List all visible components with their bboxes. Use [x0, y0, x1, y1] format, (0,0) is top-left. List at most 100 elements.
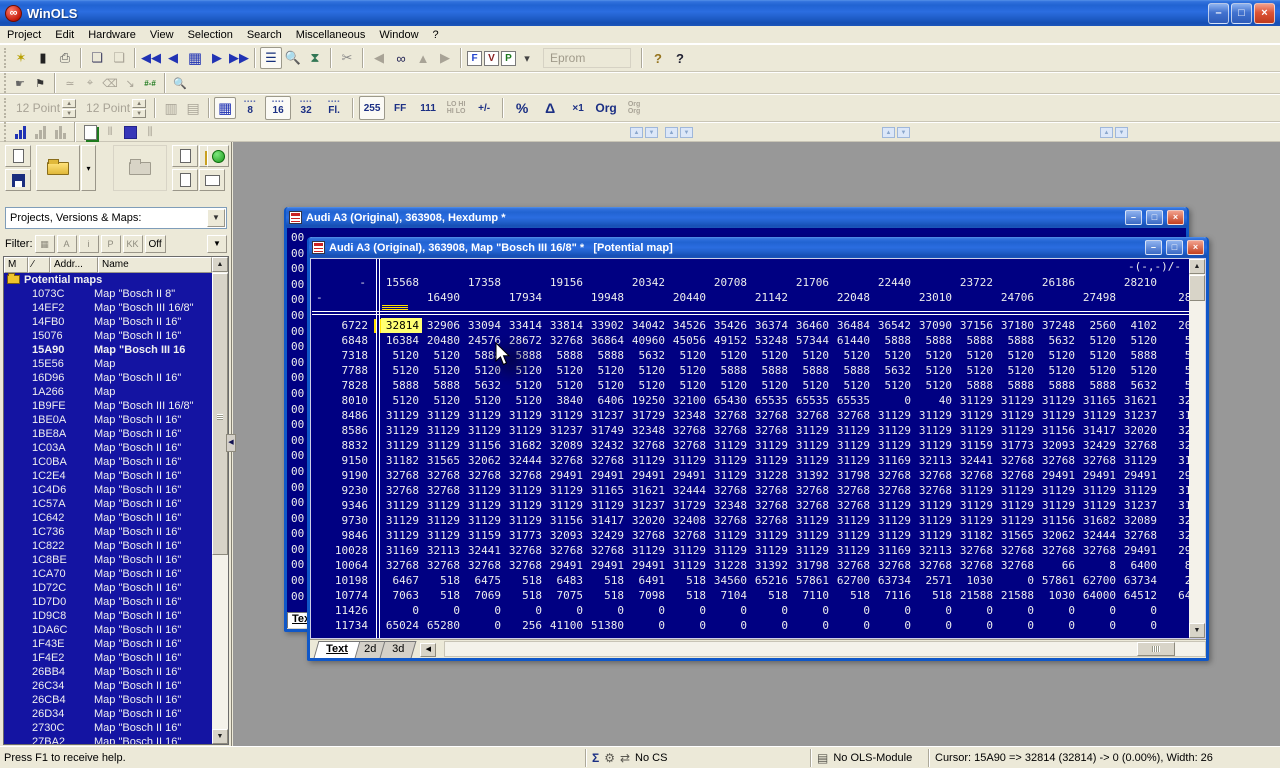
hand-pointer-icon[interactable]: ☛ [10, 74, 30, 92]
map-cell[interactable]: 51 [1160, 378, 1189, 393]
map-cell[interactable]: 5120 [832, 348, 873, 363]
map-cell[interactable]: 32348 [709, 498, 750, 513]
map-cell[interactable]: 5888 [709, 363, 750, 378]
list-item[interactable]: 16D96Map "Bosch II 16" [4, 371, 212, 385]
map-cell[interactable]: 31129 [627, 543, 668, 558]
map-cell[interactable]: 5120 [709, 378, 750, 393]
map-cell[interactable]: 31749 [586, 423, 627, 438]
map-cell[interactable]: 0 [832, 603, 873, 618]
map-list-view-icon[interactable]: ☰ [260, 47, 282, 69]
map-cell[interactable]: 0 [422, 603, 463, 618]
menu-view[interactable]: View [143, 27, 181, 43]
map-cell[interactable]: 32768 [627, 528, 668, 543]
map-cell[interactable]: 5888 [545, 348, 586, 363]
map-cell[interactable]: 29491 [627, 558, 668, 573]
map-cell[interactable]: 5888 [1037, 378, 1078, 393]
map-cell[interactable]: 32768 [914, 468, 955, 483]
chart-view-icon[interactable] [10, 123, 30, 141]
map-cell[interactable]: 518 [504, 588, 545, 603]
map-cell[interactable]: 31129 [750, 438, 791, 453]
list-item[interactable]: 1BE8AMap "Bosch II 16" [4, 427, 212, 441]
map-minimize-button[interactable]: – [1145, 240, 1162, 255]
map-cell[interactable]: 31169 [873, 543, 914, 558]
map-cell[interactable]: 31129 [996, 483, 1037, 498]
map-cell[interactable]: 31129 [832, 438, 873, 453]
map-row-label[interactable]: 9846 [312, 528, 374, 543]
map-cell[interactable]: 29491 [1037, 468, 1078, 483]
import-project-button[interactable] [113, 145, 167, 191]
map-cell[interactable]: 32768 [750, 513, 791, 528]
preview-search-icon[interactable]: 🔍 [282, 47, 304, 69]
list-item[interactable]: 26D34Map "Bosch II 16" [4, 707, 212, 721]
map-close-button[interactable]: × [1187, 240, 1204, 255]
map-cell[interactable]: 61440 [832, 333, 873, 348]
map-cell[interactable]: 31237 [627, 498, 668, 513]
map-cell[interactable]: 31129 [627, 453, 668, 468]
list-item[interactable]: 1B9FEMap "Bosch III 16/8" [4, 399, 212, 413]
map-row-label[interactable]: 9150 [312, 453, 374, 468]
map-cell[interactable]: 31129 [914, 423, 955, 438]
map-cell[interactable]: 35426 [709, 318, 750, 333]
map-cell[interactable]: 31417 [1078, 423, 1119, 438]
map-cell[interactable]: 32768 [545, 453, 586, 468]
axis-stepper[interactable]: ▲▼ [630, 127, 658, 138]
map-cell[interactable]: 32768 [914, 483, 955, 498]
map-cell[interactable]: 32062 [1037, 528, 1078, 543]
map-cell[interactable]: 648 [1160, 588, 1189, 603]
map-scroll-thumb[interactable] [1189, 275, 1205, 301]
map-cell[interactable]: 32768 [791, 483, 832, 498]
new-document-button[interactable] [5, 145, 31, 167]
map-row-label[interactable]: 9346 [312, 498, 374, 513]
map-row-label[interactable]: 6848 [312, 333, 374, 348]
map-cell[interactable]: 33814 [545, 318, 586, 333]
map-cell[interactable]: 31129 [1037, 408, 1078, 423]
map-cell[interactable]: 32020 [1119, 423, 1160, 438]
bit-mode-32[interactable]: ▪▪▪▪32 [293, 96, 319, 120]
map-cell[interactable]: 41100 [545, 618, 586, 633]
map-cell[interactable]: 31129 [914, 408, 955, 423]
map-cell[interactable]: 1030 [1037, 588, 1078, 603]
map-cell[interactable]: 5888 [914, 333, 955, 348]
map-cell[interactable]: 6400 [1119, 558, 1160, 573]
properties-button[interactable] [199, 169, 225, 191]
map-cell[interactable]: 51380 [586, 618, 627, 633]
factor-one-button[interactable]: ×1 [565, 96, 591, 120]
map-cell[interactable]: 32768 [1119, 438, 1160, 453]
map-cell[interactable]: 20480 [422, 333, 463, 348]
map-cell[interactable]: 5120 [381, 348, 422, 363]
map-cell[interactable]: 31129 [1037, 393, 1078, 408]
map-cell[interactable]: 312 [1160, 483, 1189, 498]
map-cell[interactable]: 5120 [545, 378, 586, 393]
map-cell[interactable]: 32768 [381, 558, 422, 573]
map-cell[interactable]: 5632 [463, 378, 504, 393]
map-cell[interactable]: 5120 [668, 363, 709, 378]
list-item[interactable]: 1C57AMap "Bosch II 16" [4, 497, 212, 511]
map-col-header[interactable] [750, 275, 791, 290]
map-cell[interactable]: 518 [668, 588, 709, 603]
map-cell[interactable]: 32768 [791, 408, 832, 423]
map-cell[interactable]: 31129 [463, 513, 504, 528]
map-cell[interactable]: 518 [504, 573, 545, 588]
map-scroll-up-icon[interactable]: ▲ [1189, 259, 1205, 274]
map-cell[interactable]: 64512 [1119, 588, 1160, 603]
map-cell[interactable]: 31621 [627, 483, 668, 498]
map-cell[interactable]: 62700 [1078, 573, 1119, 588]
list-item[interactable]: 15E56Map [4, 357, 212, 371]
map-cell[interactable]: 31129 [709, 468, 750, 483]
map-cell[interactable]: 0 [709, 618, 750, 633]
map-cell[interactable]: 31773 [996, 438, 1037, 453]
list-item[interactable]: 1F4E2Map "Bosch II 16" [4, 651, 212, 665]
axis-stepper[interactable]: ▲▼ [882, 127, 910, 138]
map-cell[interactable]: 5120 [1037, 363, 1078, 378]
map-cell[interactable]: 32768 [504, 468, 545, 483]
map-cell[interactable]: 32768 [668, 438, 709, 453]
map-cell[interactable]: 31156 [1037, 513, 1078, 528]
map-cell[interactable]: 31129 [709, 438, 750, 453]
map-cell[interactable]: 5120 [422, 363, 463, 378]
map-cell[interactable]: 0 [791, 618, 832, 633]
map-cell[interactable]: 29491 [586, 468, 627, 483]
map-cell[interactable]: 7069 [463, 588, 504, 603]
map-cell[interactable]: 32432 [586, 438, 627, 453]
map-col-header[interactable] [791, 290, 832, 305]
map-cell[interactable]: 32768 [873, 468, 914, 483]
